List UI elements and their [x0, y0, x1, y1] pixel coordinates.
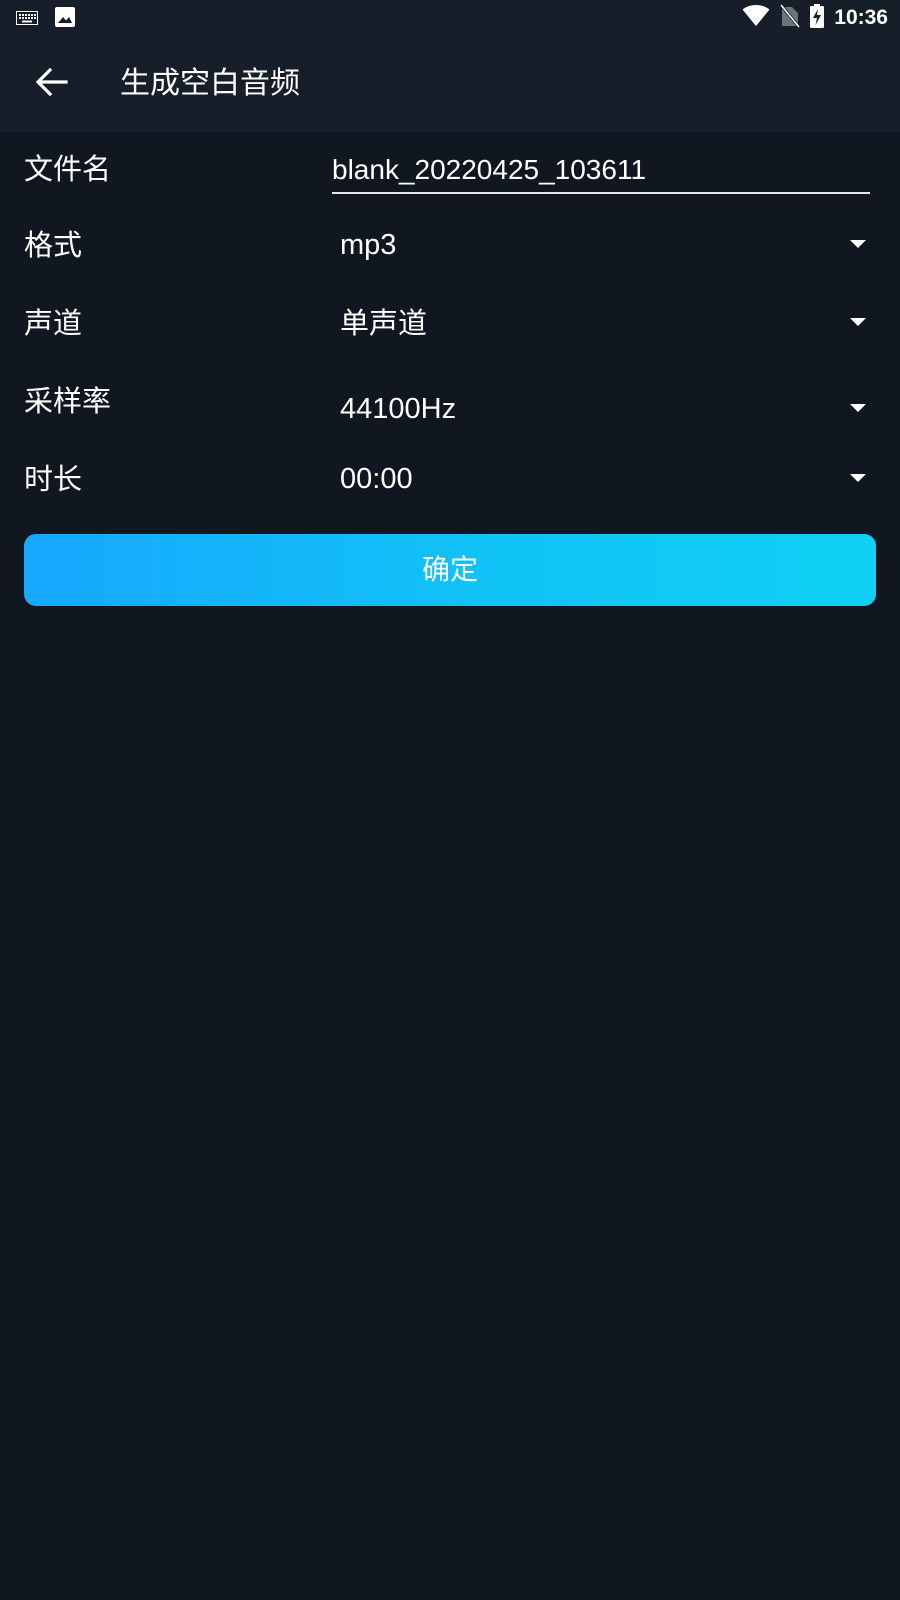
- channel-dropdown[interactable]: 单声道: [332, 298, 876, 348]
- format-dropdown[interactable]: mp3: [332, 220, 876, 270]
- app-bar: 生成空白音频: [0, 36, 900, 132]
- battery-charging-icon: [810, 4, 825, 32]
- arrow-left-icon: [35, 67, 68, 100]
- filename-value: blank_20220425_103611: [332, 154, 647, 185]
- format-label: 格式: [24, 228, 83, 262]
- wifi-icon: [742, 5, 770, 31]
- no-sim-icon: [780, 4, 801, 32]
- status-time: 10:36: [834, 6, 888, 29]
- chevron-down-icon: [850, 404, 866, 412]
- chevron-down-icon: [850, 240, 866, 248]
- back-button[interactable]: [28, 60, 76, 108]
- chevron-down-icon: [850, 318, 866, 326]
- sample-rate-value: 44100Hz: [340, 393, 457, 425]
- sample-rate-label: 采样率: [24, 384, 112, 418]
- sample-rate-dropdown[interactable]: 44100Hz: [332, 384, 876, 434]
- filename-label: 文件名: [24, 152, 112, 186]
- image-icon: [54, 6, 76, 32]
- channel-value: 单声道: [340, 306, 428, 340]
- format-value: mp3: [340, 229, 397, 261]
- duration-value: 00:00: [340, 463, 413, 495]
- channel-label: 声道: [24, 306, 83, 340]
- status-bar-left: [16, 6, 76, 32]
- status-bar-right: 10:36: [742, 4, 888, 32]
- chevron-down-icon: [850, 474, 866, 482]
- filename-field[interactable]: blank_20220425_103611: [332, 150, 870, 194]
- page-title: 生成空白音频: [120, 66, 300, 101]
- confirm-button[interactable]: 确定: [24, 534, 876, 606]
- keyboard-icon: [16, 10, 38, 29]
- duration-dropdown[interactable]: 00:00: [332, 454, 876, 504]
- duration-label: 时长: [24, 462, 83, 496]
- confirm-button-label: 确定: [421, 553, 478, 586]
- status-bar: 10:36: [0, 0, 900, 36]
